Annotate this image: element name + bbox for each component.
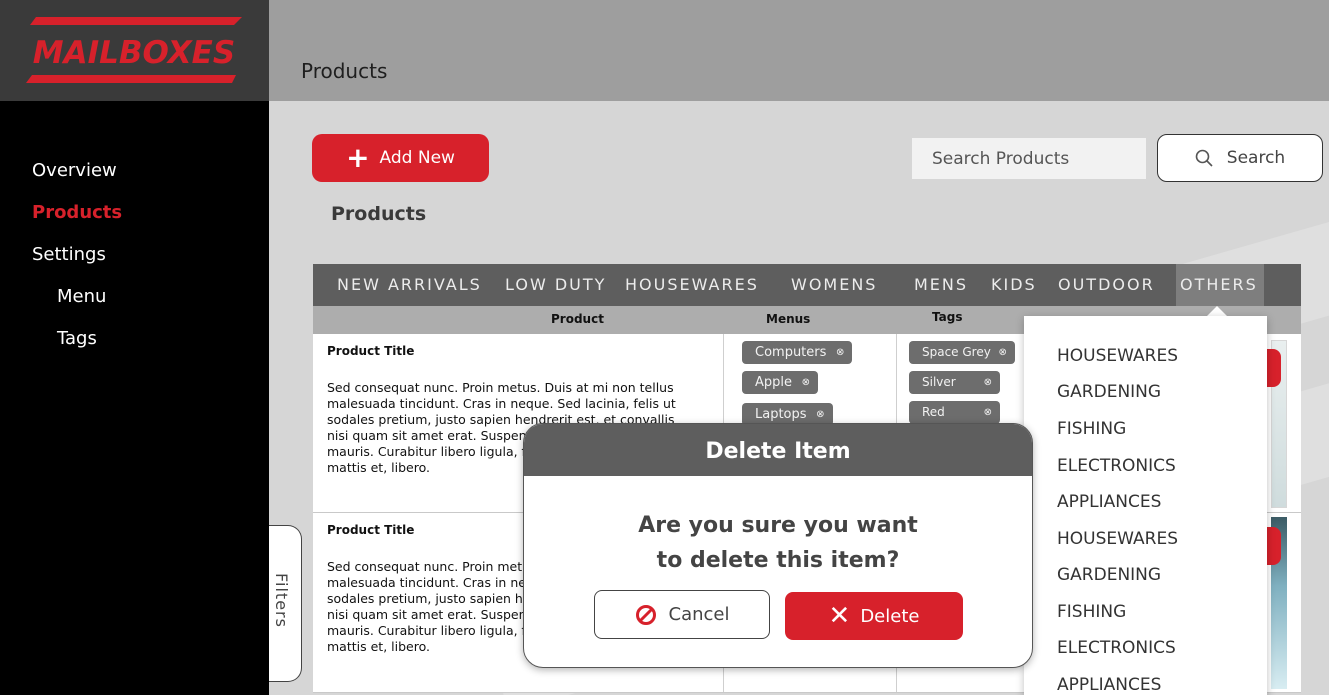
column-header-product: Product bbox=[551, 312, 604, 326]
dropdown-item-housewares[interactable]: HOUSEWARES bbox=[1057, 346, 1178, 366]
page-title: Products bbox=[301, 59, 388, 83]
section-title: Products bbox=[331, 203, 427, 225]
dropdown-item-gardening[interactable]: GARDENING bbox=[1057, 565, 1161, 585]
menu-chip-label: Apple bbox=[755, 375, 793, 390]
header: Products bbox=[269, 0, 1329, 101]
modal-title: Delete Item bbox=[524, 424, 1032, 476]
remove-icon[interactable]: ⊗ bbox=[998, 341, 1006, 364]
product-title: Product Title bbox=[327, 523, 415, 537]
tag-chip[interactable]: Silver ⊗ bbox=[909, 371, 1000, 394]
delete-label: Delete bbox=[860, 605, 920, 627]
column-header-menus: Menus bbox=[766, 312, 811, 326]
dropdown-pointer bbox=[1207, 306, 1227, 316]
tag-chip-label: Space Grey bbox=[922, 345, 991, 359]
dropdown-item-electronics[interactable]: ELECTRONICS bbox=[1057, 638, 1176, 658]
sidebar-item-tags[interactable]: Tags bbox=[57, 328, 97, 349]
logo-text: MAILBOXES bbox=[33, 35, 235, 71]
menu-chip-label: Computers bbox=[755, 345, 827, 360]
modal-message-line-1: Are you sure you want bbox=[638, 513, 918, 538]
cancel-label: Cancel bbox=[668, 604, 730, 625]
tab-housewares[interactable]: HOUSEWARES bbox=[625, 264, 759, 306]
dropdown-item-fishing[interactable]: FISHING bbox=[1057, 419, 1126, 439]
dropdown-item-appliances[interactable]: APPLIANCES bbox=[1057, 675, 1161, 695]
delete-item-modal: Delete Item Are you sure you want to del… bbox=[523, 423, 1033, 668]
remove-icon[interactable]: ⊗ bbox=[802, 371, 810, 394]
tab-others[interactable]: OTHERS bbox=[1176, 264, 1264, 306]
dropdown-item-fishing[interactable]: FISHING bbox=[1057, 602, 1126, 622]
add-new-button[interactable]: + Add New bbox=[312, 134, 489, 182]
action-tab[interactable] bbox=[1267, 527, 1281, 565]
sidebar-item-settings[interactable]: Settings bbox=[32, 244, 106, 265]
product-title: Product Title bbox=[327, 344, 415, 358]
dropdown-item-housewares[interactable]: HOUSEWARES bbox=[1057, 529, 1178, 549]
sidebar: MAILBOXES Overview Products Settings Men… bbox=[0, 0, 269, 695]
logo-area: MAILBOXES bbox=[0, 0, 269, 101]
dropdown-item-appliances[interactable]: APPLIANCES bbox=[1057, 492, 1161, 512]
tag-chip-label: Silver bbox=[922, 375, 956, 389]
tag-chip-label: Red bbox=[922, 405, 945, 419]
column-header-tags: Tags bbox=[932, 310, 963, 324]
sidebar-item-products[interactable]: Products bbox=[32, 202, 122, 223]
tab-mens[interactable]: MENS bbox=[914, 264, 968, 306]
search-icon bbox=[1195, 149, 1213, 167]
tag-chip[interactable]: Space Grey ⊗ bbox=[909, 341, 1015, 364]
menu-chip[interactable]: Apple ⊗ bbox=[742, 371, 819, 394]
mailboxes-logo[interactable]: MAILBOXES bbox=[26, 17, 242, 83]
tag-chip[interactable]: Red ⊗ bbox=[909, 401, 1000, 424]
close-icon: ✕ bbox=[828, 601, 851, 631]
tab-kids[interactable]: KIDS bbox=[991, 264, 1037, 306]
search-button-label: Search bbox=[1226, 148, 1286, 168]
action-tab[interactable] bbox=[1267, 349, 1281, 387]
modal-message: Are you sure you want to delete this ite… bbox=[524, 508, 1032, 578]
plus-icon: + bbox=[346, 141, 370, 174]
cancel-button[interactable]: Cancel bbox=[594, 590, 770, 639]
menu-chip-label: Laptops bbox=[755, 407, 807, 422]
tab-new-arrivals[interactable]: NEW ARRIVALS bbox=[337, 264, 482, 306]
dropdown-item-electronics[interactable]: ELECTRONICS bbox=[1057, 456, 1176, 476]
tab-womens[interactable]: WOMENS bbox=[791, 264, 877, 306]
prohibited-icon bbox=[635, 604, 656, 625]
search-input[interactable] bbox=[912, 138, 1146, 179]
tab-low-duty[interactable]: LOW DUTY bbox=[505, 264, 606, 306]
tab-outdoor[interactable]: OUTDOOR bbox=[1058, 264, 1155, 306]
delete-button[interactable]: ✕ Delete bbox=[785, 592, 963, 640]
remove-icon[interactable]: ⊗ bbox=[836, 341, 844, 364]
remove-icon[interactable]: ⊗ bbox=[984, 371, 992, 394]
modal-message-line-2: to delete this item? bbox=[656, 548, 900, 573]
sidebar-item-menu[interactable]: Menu bbox=[57, 286, 106, 307]
filters-label: Filters bbox=[272, 573, 291, 628]
remove-icon[interactable]: ⊗ bbox=[984, 401, 992, 424]
add-new-label: Add New bbox=[379, 148, 455, 168]
others-dropdown: HOUSEWARES GARDENING FISHING ELECTRONICS… bbox=[1024, 316, 1267, 695]
sidebar-item-overview[interactable]: Overview bbox=[32, 160, 117, 181]
menu-chip[interactable]: Computers ⊗ bbox=[742, 341, 853, 364]
category-tabs: NEW ARRIVALS LOW DUTY HOUSEWARES WOMENS … bbox=[313, 264, 1301, 306]
search-button[interactable]: Search bbox=[1157, 134, 1323, 182]
filters-tab[interactable]: Filters bbox=[269, 525, 302, 682]
dropdown-item-gardening[interactable]: GARDENING bbox=[1057, 382, 1161, 402]
